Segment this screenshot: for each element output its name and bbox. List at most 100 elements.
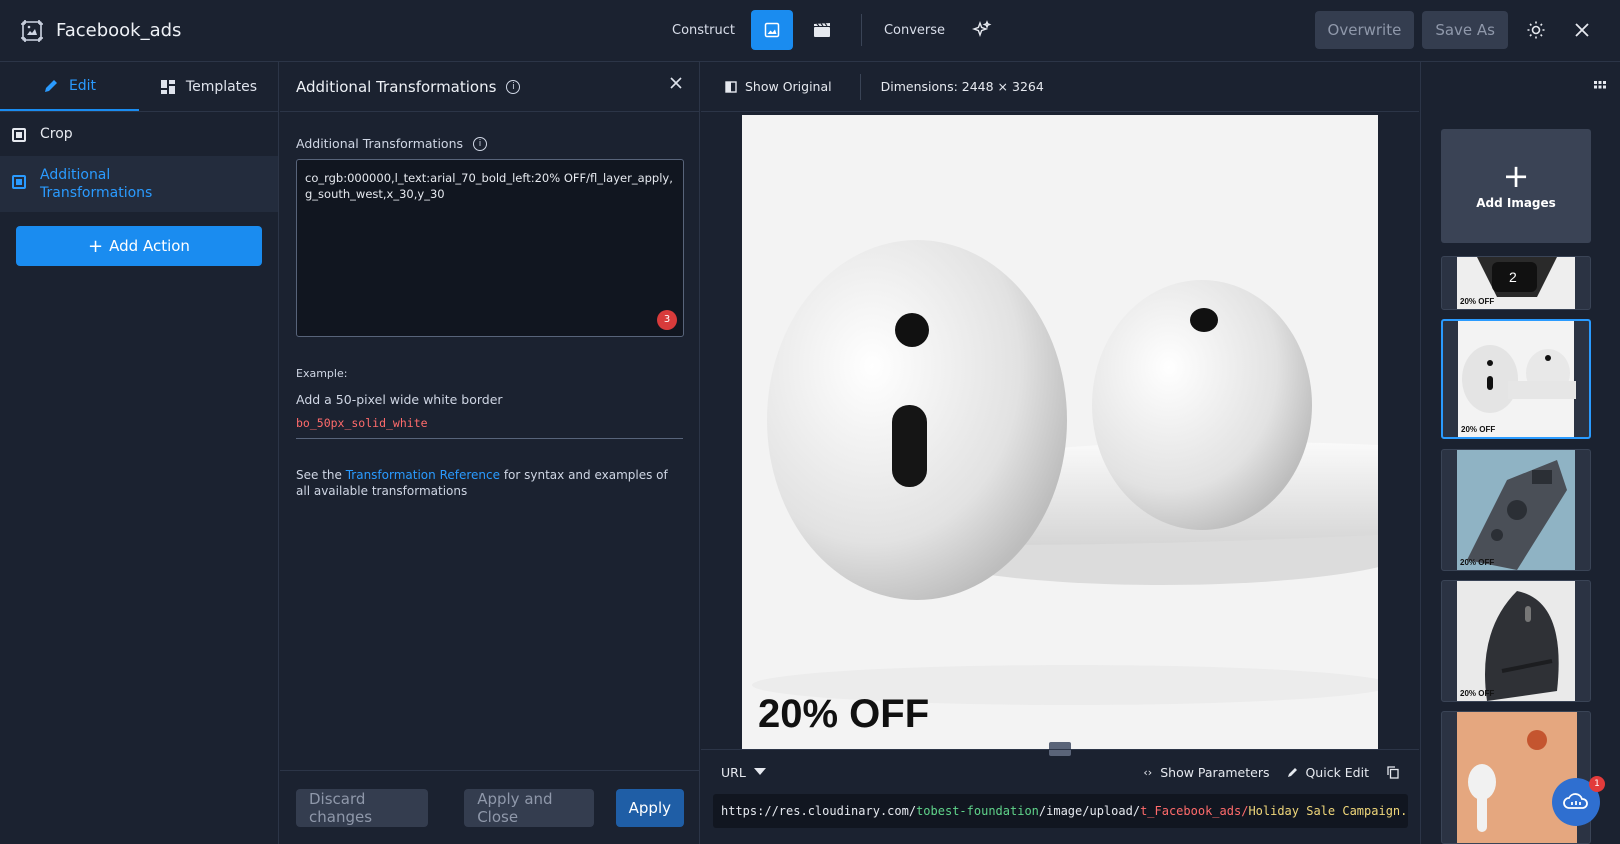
pencil-icon <box>1288 768 1298 777</box>
image-icon <box>764 22 780 38</box>
sidebar-item-crop[interactable]: Crop <box>0 112 278 156</box>
delivery-url-field[interactable]: https://res.cloudinary.com/tobest-founda… <box>713 794 1408 828</box>
show-parameters-label: Show Parameters <box>1160 764 1270 780</box>
caret-down-icon <box>753 768 766 775</box>
info-icon[interactable]: i <box>506 79 521 94</box>
apply-button[interactable]: Apply <box>615 788 684 827</box>
show-parameters-button[interactable]: ‹› Show Parameters <box>1143 765 1269 780</box>
header-divider <box>860 14 862 46</box>
image-mode-button[interactable] <box>750 10 793 50</box>
overwrite-button[interactable]: Overwrite <box>1314 11 1415 49</box>
url-tools: ‹› Show Parameters Quick Edit <box>1143 765 1399 780</box>
panel-footer: Discard changes Apply and Close Apply <box>280 770 700 844</box>
add-images-label: Add Images <box>1476 196 1556 210</box>
action-square-icon <box>12 128 26 142</box>
header-actions: Overwrite Save As <box>1307 10 1600 50</box>
close-editor-button[interactable] <box>1564 12 1600 48</box>
url-asset: Holiday Sale Campaign. <box>1248 804 1408 818</box>
tab-templates[interactable]: Templates <box>139 62 278 111</box>
quick-edit-button[interactable]: Quick Edit <box>1287 765 1369 780</box>
thumbnail-earbuds[interactable]: 20% OFF <box>1441 319 1591 439</box>
clapperboard-icon <box>813 23 830 37</box>
url-transform: t_Facebook_ads/ <box>1140 804 1249 818</box>
panel-header: Additional Transformations i <box>280 62 699 112</box>
tab-edit-label: Edit <box>68 77 97 94</box>
chat-notification-badge: 1 <box>1589 776 1605 792</box>
header-brand: Facebook_ads <box>0 19 181 43</box>
compare-icon <box>725 80 737 93</box>
sidebar-tabs: Edit Templates <box>0 62 278 112</box>
info-icon[interactable]: i <box>473 136 488 151</box>
sparkles-icon <box>972 20 992 38</box>
thumbnail-mouse[interactable]: 20% OFF <box>1441 580 1591 702</box>
thumbnail-caption: 20% OFF <box>1461 425 1496 434</box>
drone-illustration <box>1467 460 1567 570</box>
thumbnail-caption: 20% OFF <box>1460 297 1495 306</box>
svg-text:2: 2 <box>1509 269 1517 285</box>
url-cloud-name: tobest-foundation <box>916 804 1039 818</box>
transformation-reference-link[interactable]: Transformation Reference <box>346 468 500 482</box>
earbuds-illustration <box>742 115 1378 749</box>
rail-toolbar <box>1421 62 1620 112</box>
example-description: Add a 50-pixel wide white border <box>296 392 503 407</box>
converse-label: Converse <box>883 22 946 38</box>
quick-edit-label: Quick Edit <box>1305 764 1369 780</box>
app-title: Facebook_ads <box>56 20 182 41</box>
copy-icon[interactable] <box>1387 765 1399 779</box>
apply-and-close-button[interactable]: Apply and Close <box>464 788 594 827</box>
tab-templates-label: Templates <box>185 78 258 95</box>
url-bar: URL ‹› Show Parameters Quick Edit https:… <box>701 749 1419 844</box>
grid-view-icon[interactable] <box>1594 81 1606 93</box>
panel-title: Additional Transformations <box>296 77 497 96</box>
reference-prefix: See the <box>296 468 346 482</box>
add-action-button[interactable]: + Add Action <box>16 226 262 266</box>
app-root: Facebook_ads Construct Converse Overwrit… <box>0 0 1620 844</box>
left-sidebar: Edit Templates Crop Additional Transform… <box>0 62 279 844</box>
close-icon <box>1575 23 1589 37</box>
show-original-button[interactable]: Show Original <box>745 79 832 94</box>
discard-changes-button[interactable]: Discard changes <box>296 788 429 827</box>
top-header: Facebook_ads Construct Converse Overwrit… <box>0 0 1620 62</box>
thumbnail-watch[interactable]: 2 20% OFF <box>1441 256 1591 310</box>
issue-count-badge[interactable]: 3 <box>657 310 677 330</box>
url-path: /image/upload/ <box>1038 804 1141 818</box>
thumbnail-image <box>1457 712 1577 843</box>
ai-sparkle-button[interactable] <box>961 10 1003 50</box>
thumbnail-image <box>1458 321 1576 437</box>
mouse-illustration <box>1485 591 1559 701</box>
url-mode-dropdown[interactable]: URL <box>721 765 766 780</box>
transformations-field-label: Additional Transformations i <box>296 136 683 151</box>
thumbnail-drone[interactable]: 20% OFF <box>1441 449 1591 571</box>
phone-illustration <box>1457 712 1577 843</box>
thumbnail-image <box>1457 581 1575 701</box>
sidebar-item-additional-transformations[interactable]: Additional Transformations <box>0 156 278 212</box>
textarea-value: co_rgb:000000,l_text:arial_70_bold_left:… <box>305 171 673 201</box>
sidebar-item-label: Crop <box>40 126 73 142</box>
thumbnail-caption: 20% OFF <box>1460 558 1495 567</box>
preview-area: Show Original Dimensions: 2448 × 3264 20… <box>701 62 1419 844</box>
pencil-icon <box>44 79 57 92</box>
field-label-text: Additional Transformations <box>296 136 464 151</box>
tab-edit[interactable]: Edit <box>0 62 139 111</box>
cloud-chat-icon <box>1563 793 1588 809</box>
video-mode-button[interactable] <box>801 10 843 50</box>
reference-text: See the Transformation Reference for syn… <box>296 467 683 499</box>
save-as-button[interactable]: Save As <box>1422 11 1508 49</box>
close-icon[interactable] <box>669 76 683 90</box>
example-code: bo_50px_solid_white <box>296 416 683 439</box>
transformations-textarea[interactable]: co_rgb:000000,l_text:arial_70_bold_left:… <box>296 159 684 337</box>
toolbar-divider <box>859 73 861 100</box>
add-images-button[interactable]: + Add Images <box>1441 129 1591 243</box>
theme-toggle-button[interactable] <box>1518 12 1554 48</box>
thumbnail-caption: 20% OFF <box>1460 689 1495 698</box>
code-icon: ‹› <box>1143 765 1153 779</box>
example-label: Example: <box>296 367 348 380</box>
sun-icon <box>1527 21 1545 39</box>
image-overlay-text: 20% OFF <box>758 692 930 736</box>
plus-icon: + <box>88 235 104 257</box>
preview-image: 20% OFF <box>742 115 1378 749</box>
media-frame-icon <box>21 19 43 42</box>
asset-rail: + Add Images 2 20% OFF 20% OFF 20% OFF 2… <box>1420 62 1620 844</box>
image-canvas: 20% OFF <box>701 113 1419 749</box>
plus-icon: + <box>1502 157 1530 195</box>
